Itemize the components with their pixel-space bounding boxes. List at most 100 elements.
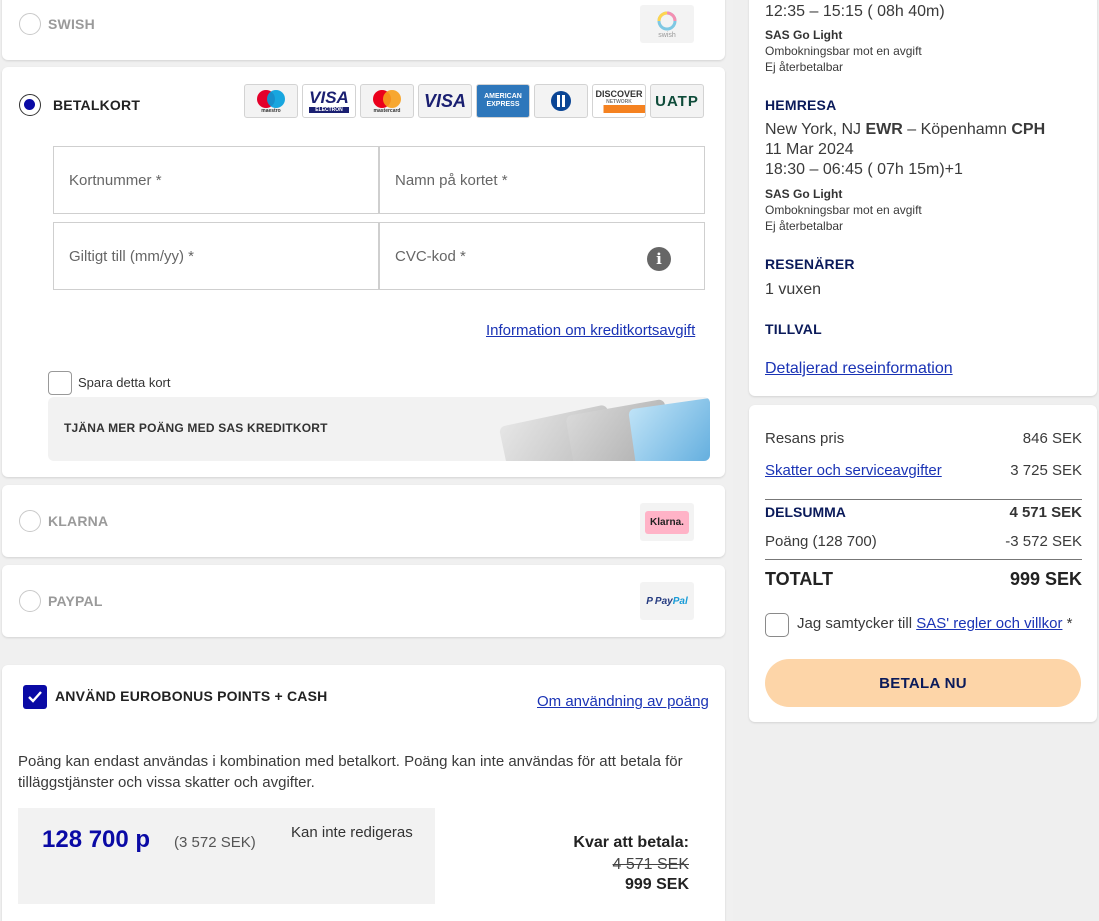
paypal-p-icon: P [646,595,653,607]
taxes-row: Skatter och serviceavgifter 3 725 SEK [765,462,1082,479]
klarna-label: KLARNA [48,513,109,529]
trip-details-link[interactable]: Detaljerad reseinformation [765,360,953,378]
card-number-field[interactable]: Kortnummer * [53,146,379,214]
fare-value: 846 SEK [1022,430,1082,447]
outbound-refund: Ej återbetalbar [765,60,844,74]
promo-text: TJÄNA MER POÄNG MED SAS KREDITKORT [64,421,328,435]
return-to-city: – Köpenhamn [902,121,1007,138]
taxes-value: 3 725 SEK [1010,462,1082,479]
visa-electron-sub: ELECTRON [309,107,349,113]
expiry-field[interactable]: Giltigt till (mm/yy) * [53,222,379,290]
card-name-placeholder: Namn på kortet * [395,171,508,189]
mastercard-logo: mastercard [360,84,414,118]
paypal-label: PAYPAL [48,593,103,609]
eurobonus-card: ANVÄND EUROBONUS POINTS + CASH Om använd… [2,665,725,921]
card-number-placeholder: Kortnummer * [69,171,162,189]
cvc-field[interactable]: CVC-kod * i [379,222,705,290]
return-time: 18:30 – 06:45 ( 07h 15m)+1 [765,161,963,178]
uatp-logo: UATP [650,84,704,118]
new-amount: 999 SEK [624,876,689,893]
save-card-checkbox[interactable] [48,371,72,395]
total-label: TOTALT [765,569,833,589]
terms-prefix: Jag samtycker till [797,615,917,632]
eurobonus-checkbox-label: ANVÄND EUROBONUS POINTS + CASH [55,688,328,704]
terms-label: Jag samtycker till SAS' regler och villk… [797,615,1072,632]
paypal-logo-text-1: Pay [654,595,673,607]
klarna-radio[interactable] [19,510,41,532]
sas-credit-card-promo[interactable]: TJÄNA MER POÄNG MED SAS KREDITKORT [48,397,710,461]
cvc-placeholder: CVC-kod * [395,247,466,265]
swish-radio[interactable] [19,13,41,35]
subtotal-value: 4 571 SEK [1009,504,1082,521]
return-fare: SAS Go Light [765,187,843,201]
points-row: Poäng (128 700) -3 572 SEK [765,533,1082,550]
american-express-logo: AMERICAN EXPRESS [476,84,530,118]
points-sek-value: (3 572 SEK) [174,834,256,851]
promo-card-image [498,397,710,461]
klarna-option-card[interactable]: KLARNA Klarna. [2,485,725,557]
betalkort-radio[interactable] [19,94,41,116]
visa-text: VISA [423,90,466,111]
terms-link[interactable]: SAS' regler och villkor [916,615,1062,632]
diners-club-logo [534,84,588,118]
card-name-field[interactable]: Namn på kortet * [379,146,705,214]
total-row: TOTALT 999 SEK [765,569,1082,590]
extras-heading: TILLVAL [765,321,822,337]
swish-label: SWISH [48,16,95,32]
outbound-rebook: Ombokningsbar mot en avgift [765,44,922,58]
terms-checkbox[interactable] [765,613,789,637]
fee-info-link[interactable]: Information om kreditkortsavgift [486,322,695,339]
discover-logo: DISCOVER NETWORK [592,84,646,118]
points-info-link[interactable]: Om användning av poäng [537,693,709,710]
subtotal-label: DELSUMMA [765,504,846,520]
return-route: New York, NJ EWR – Köpenhamn CPH [765,121,1045,139]
swish-option-card[interactable]: SWISH swish [2,0,725,60]
not-editable-text: Kan inte redigeras [291,824,413,841]
subtotal-row: DELSUMMA 4 571 SEK [765,504,1082,521]
total-value: 999 SEK [1009,569,1082,589]
visa-electron-text: VISA [309,88,349,107]
points-box: 128 700 p (3 572 SEK) Kan inte redigeras [18,808,435,904]
discover-text: DISCOVER [595,89,643,99]
paypal-option-card[interactable]: PAYPAL P Pay Pal [2,565,725,637]
betalkort-label: BETALKORT [53,97,141,113]
checkmark-icon [28,691,42,703]
taxes-link[interactable]: Skatter och serviceavgifter [765,462,942,479]
return-from-city: New York, NJ [765,121,862,138]
svg-text:mastercard: mastercard [374,108,401,114]
terms-suffix: * [1062,615,1073,632]
old-amount: 4 571 SEK [612,856,690,873]
klarna-logo-text: Klarna. [645,510,689,534]
fare-row: Resans pris 846 SEK [765,430,1082,447]
card-logos: maestro VISA ELECTRON mastercard VISA AM… [244,84,704,118]
swish-logo-text: swish [658,31,676,39]
return-to-code: CPH [1011,121,1046,138]
swish-logo: swish [640,5,694,43]
fare-label: Resans pris [765,430,845,447]
pay-now-label: BETALA NU [879,674,967,692]
pay-now-button[interactable]: BETALA NU [765,659,1081,707]
uatp-text: UATP [655,92,699,110]
amex-text: AMERICAN EXPRESS [484,93,522,108]
info-icon[interactable]: i [647,247,671,271]
return-heading: HEMRESA [765,97,837,113]
visa-logo: VISA [418,84,472,118]
expiry-placeholder: Giltigt till (mm/yy) * [69,247,194,265]
total-divider [765,559,1082,560]
remaining-label: Kvar att betala: [573,834,689,851]
discover-stripe [593,105,645,113]
travelers-value: 1 vuxen [765,281,822,298]
return-rebook: Ombokningsbar mot en avgift [765,203,922,217]
paypal-radio[interactable] [19,590,41,612]
points-label: Poäng (128 700) [765,533,877,550]
outbound-fare: SAS Go Light [765,28,843,42]
paypal-logo: P Pay Pal [640,582,694,620]
travelers-heading: RESENÄRER [765,256,855,272]
eurobonus-description: Poäng kan endast användas i kombination … [18,753,683,791]
return-refund: Ej återbetalbar [765,219,844,233]
eurobonus-checkbox[interactable] [23,685,47,709]
subtotal-divider [765,499,1082,500]
paypal-logo-text-2: Pal [672,595,688,607]
save-card-label: Spara detta kort [78,375,171,390]
visa-electron-logo: VISA ELECTRON [302,84,356,118]
